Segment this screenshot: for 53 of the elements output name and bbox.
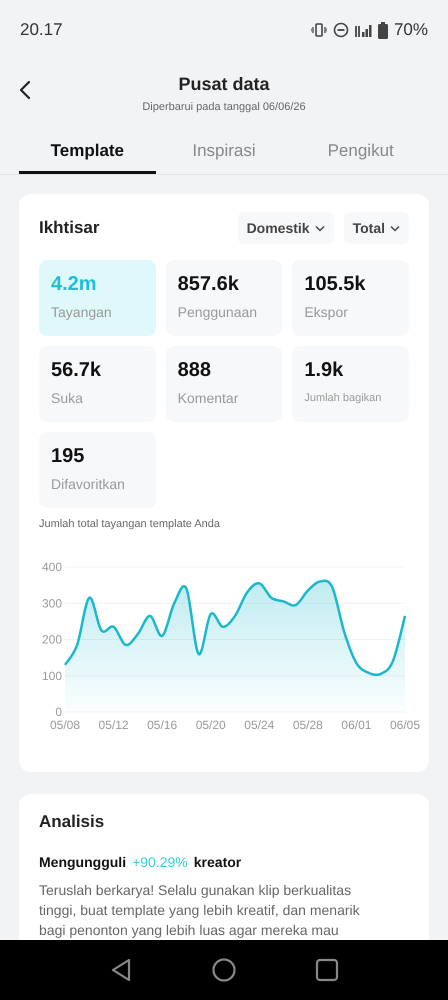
metric-tile[interactable]: 1.9k Jumlah bagikan: [292, 346, 409, 422]
axis-label: 05/20: [196, 718, 226, 732]
chart-caption: Jumlah total tayangan template Anda: [39, 518, 222, 530]
axis-label: 200: [42, 632, 62, 646]
section-title: Ikhtisar: [39, 218, 100, 238]
metric-label: Jumlah bagikan: [304, 392, 382, 404]
battery-icon: [378, 22, 388, 38]
axis-label: 400: [42, 560, 62, 574]
metric-label: Penggunaan: [178, 304, 258, 320]
metric-value: 56.7k: [51, 359, 102, 382]
metric-tile[interactable]: 105.5k Ekspor: [292, 260, 409, 336]
metric-label: Tayangan: [51, 304, 112, 320]
metric-label: Difavoritkan: [51, 476, 125, 492]
battery-percentage: 70%: [394, 20, 428, 40]
axis-label: 05/12: [98, 718, 129, 732]
metric-tile[interactable]: 857.6k Penggunaan: [166, 260, 282, 336]
updated-date: Diperbarui pada tanggal 06/06/26: [142, 100, 306, 112]
filter-dropdown[interactable]: Total: [344, 212, 409, 244]
metric-label: Suka: [51, 390, 83, 406]
axis-label: 06/01: [341, 718, 372, 732]
axis-label: 300: [42, 596, 62, 610]
axis-label: 05/28: [292, 718, 323, 732]
metric-value: 1.9k: [304, 359, 344, 382]
section-title: Analisis: [39, 812, 106, 832]
metric-label: Komentar: [178, 390, 238, 406]
chevron-down-icon: [390, 224, 400, 232]
do-not-disturb-icon: [332, 22, 349, 38]
axis-label: 05/24: [244, 718, 274, 732]
tab[interactable]: Template: [19, 130, 156, 174]
analysis-text: Teruslah berkarya! Selalu gunakan klip berkualitas tinggi, buat template yang lebih kreatif, dan menarik bagi penonton yang lebih luas agar mereka mau: [39, 881, 361, 940]
vibrate-icon: [310, 23, 327, 37]
signal-icon: [354, 23, 372, 37]
metric-label: Ekspor: [304, 304, 348, 320]
home-button[interactable]: [210, 957, 237, 983]
axis-label: 0: [55, 705, 62, 719]
axis-label: 05/08: [50, 718, 80, 732]
metric-value: 4.2m: [51, 273, 97, 296]
metric-tile[interactable]: 56.7k Suka: [39, 346, 156, 422]
metric-tile[interactable]: 195 Difavoritkan: [39, 432, 156, 508]
metric-value: 888: [178, 359, 212, 382]
metric-tile[interactable]: 888 Komentar: [166, 346, 282, 422]
filter-dropdown[interactable]: Domestik: [238, 212, 334, 244]
page-title: Pusat data: [178, 74, 270, 94]
metric-value: 857.6k: [178, 273, 239, 296]
axis-label: 05/16: [147, 718, 178, 732]
metric-value: 195: [51, 445, 84, 468]
recent-apps-button[interactable]: [314, 957, 340, 983]
axis-label: 100: [42, 668, 62, 683]
axis-label: 06/05: [390, 718, 420, 732]
metric-value: 105.5k: [304, 273, 366, 296]
analysis-headline: Mengungguli +90.29% kreator: [39, 854, 242, 870]
status-time: 20.17: [20, 20, 63, 40]
chevron-down-icon: [314, 224, 325, 232]
